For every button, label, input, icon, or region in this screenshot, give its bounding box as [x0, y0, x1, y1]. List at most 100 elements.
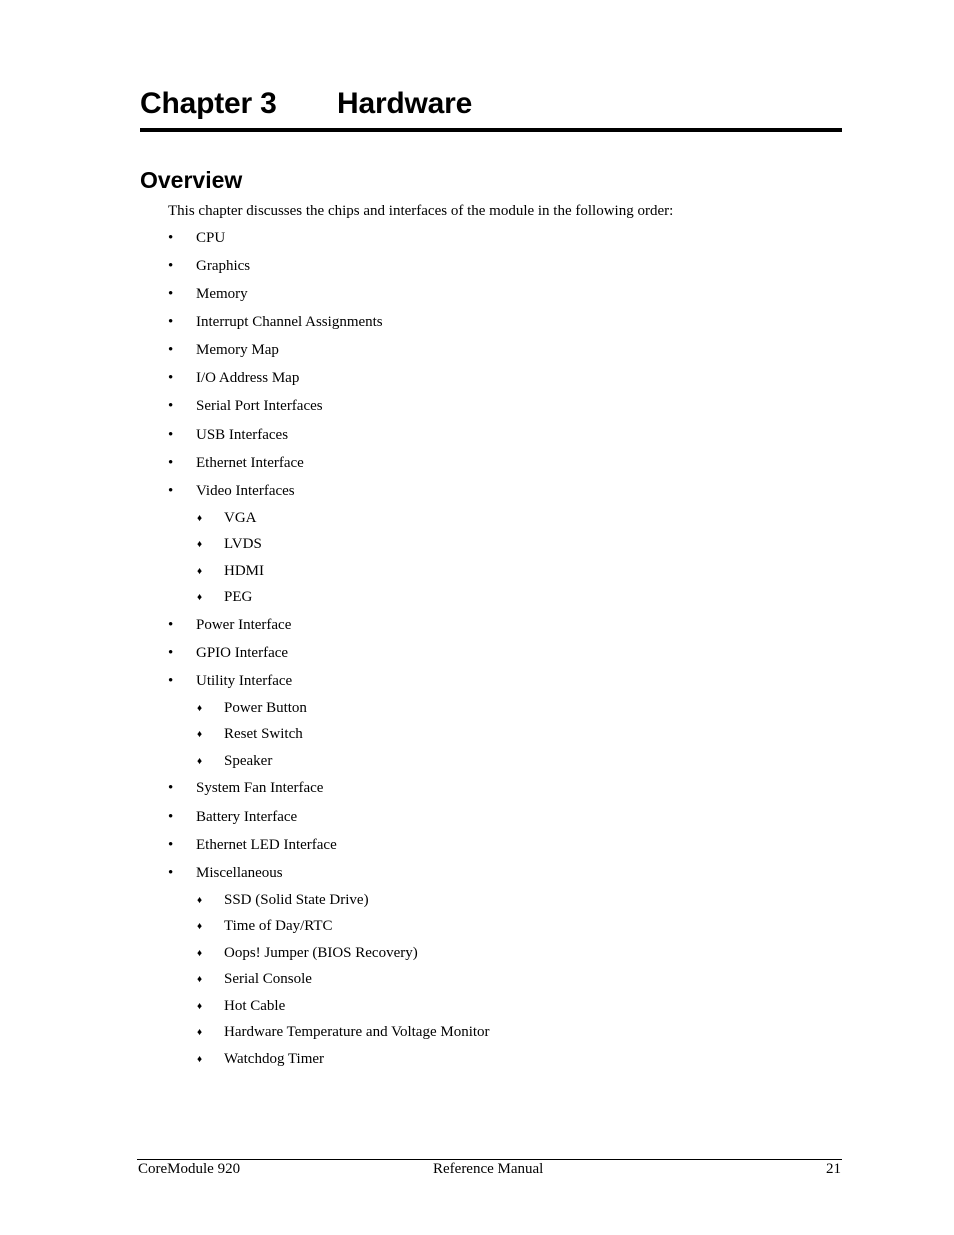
list-item: • Interrupt Channel Assignments: [168, 313, 383, 331]
list-item-label: Memory Map: [196, 342, 279, 358]
list-item-label: Power Button: [224, 700, 307, 716]
bullet-icon: •: [168, 865, 174, 881]
list-item: • Memory Map: [168, 341, 279, 359]
bullet-icon: •: [168, 837, 174, 853]
diamond-bullet-icon: ♦: [197, 921, 203, 932]
list-item-label: SSD (Solid State Drive): [224, 892, 369, 908]
diamond-bullet-icon: ♦: [197, 1054, 203, 1065]
bullet-icon: •: [168, 427, 174, 443]
bullet-icon: •: [168, 673, 174, 689]
list-item: • GPIO Interface: [168, 644, 289, 662]
chapter-title: Hardware: [337, 87, 473, 120]
list-item: • Miscellaneous: [168, 864, 283, 882]
sub-list-item: ♦ Speaker: [197, 752, 273, 770]
list-item: • Memory: [168, 285, 248, 303]
list-item: • System Fan Interface: [168, 779, 324, 797]
section-heading: Overview: [140, 167, 243, 193]
sub-list-item: ♦ Hardware Temperature and Voltage Monito…: [197, 1023, 490, 1041]
diamond-bullet-icon: ♦: [197, 539, 203, 550]
diamond-bullet-icon: ♦: [197, 974, 203, 985]
list-item-label: Hot Cable: [224, 998, 286, 1014]
list-item: • Utility Interface: [168, 672, 293, 690]
bullet-icon: •: [168, 370, 174, 386]
list-item: • CPU: [168, 229, 226, 247]
list-item-label: Utility Interface: [196, 673, 293, 689]
intro-paragraph: This chapter discusses the chips and int…: [168, 203, 674, 219]
footer-product-name: CoreModule 920: [138, 1161, 241, 1177]
list-item-label: Power Interface: [196, 617, 292, 633]
list-item: • Ethernet LED Interface: [168, 836, 337, 854]
bullet-icon: •: [168, 398, 174, 414]
sub-list-item: ♦ PEG: [197, 588, 253, 606]
bullet-icon: •: [168, 780, 174, 796]
list-item-label: Memory: [196, 286, 248, 302]
list-item-label: Serial Port Interfaces: [196, 398, 323, 414]
list-item-label: I/O Address Map: [196, 370, 300, 386]
chapter-heading: Chapter 3 Hardware: [140, 86, 472, 122]
list-item-label: Oops! Jumper (BIOS Recovery): [224, 945, 418, 961]
bullet-icon: •: [168, 645, 174, 661]
sub-list-item: ♦ Serial Console: [197, 970, 312, 988]
sub-list-item: ♦ SSD (Solid State Drive): [197, 891, 369, 909]
bullet-icon: •: [168, 342, 174, 358]
page-number: 21: [826, 1161, 841, 1177]
list-item: • Ethernet Interface: [168, 454, 304, 472]
sub-list-item: ♦ Time of Day/RTC: [197, 917, 333, 935]
chapter-rule: [140, 128, 842, 132]
diamond-bullet-icon: ♦: [197, 895, 203, 906]
list-item-label: Ethernet Interface: [196, 455, 304, 471]
bullet-icon: •: [168, 230, 174, 246]
list-item: • Battery Interface: [168, 808, 297, 826]
diamond-bullet-icon: ♦: [197, 756, 203, 767]
list-item-label: Ethernet LED Interface: [196, 837, 337, 853]
footer-document-title: Reference Manual: [433, 1161, 544, 1177]
list-item-label: LVDS: [224, 536, 262, 552]
list-item: • I/O Address Map: [168, 369, 300, 387]
list-item-label: Graphics: [196, 258, 251, 274]
sub-list-item: ♦ HDMI: [197, 562, 264, 580]
bullet-icon: •: [168, 314, 174, 330]
list-item-label: Reset Switch: [224, 726, 303, 742]
bullet-icon: •: [168, 286, 174, 302]
bullet-icon: •: [168, 483, 174, 499]
list-item-label: PEG: [224, 589, 253, 605]
list-item-label: GPIO Interface: [196, 645, 289, 661]
list-item-label: Interrupt Channel Assignments: [196, 314, 383, 330]
sub-list-item: ♦ Reset Switch: [197, 725, 303, 743]
list-item-label: USB Interfaces: [196, 427, 289, 443]
list-item-label: Video Interfaces: [196, 483, 295, 499]
list-item-label: VGA: [224, 510, 257, 526]
list-item: • USB Interfaces: [168, 426, 289, 444]
list-item-label: Speaker: [224, 753, 273, 769]
sub-list-item: ♦ Oops! Jumper (BIOS Recovery): [197, 944, 418, 962]
list-item-label: HDMI: [224, 563, 264, 579]
diamond-bullet-icon: ♦: [197, 948, 203, 959]
list-item: • Serial Port Interfaces: [168, 397, 323, 415]
chapter-number: Chapter 3: [140, 87, 277, 120]
list-item-label: CPU: [196, 230, 226, 246]
sub-list-item: ♦ Power Button: [197, 699, 307, 717]
sub-list-item: ♦ LVDS: [197, 535, 262, 553]
list-item-label: Time of Day/RTC: [224, 918, 333, 934]
list-item-label: Watchdog Timer: [224, 1051, 325, 1067]
diamond-bullet-icon: ♦: [197, 566, 203, 577]
document-page: Chapter 3 Hardware Overview This chapter …: [0, 0, 954, 1235]
list-item-label: Hardware Temperature and Voltage Monitor: [224, 1024, 490, 1040]
diamond-bullet-icon: ♦: [197, 729, 203, 740]
bullet-icon: •: [168, 617, 174, 633]
list-item-label: Serial Console: [224, 971, 312, 987]
list-item-label: System Fan Interface: [196, 780, 324, 796]
sub-list-item: ♦ Watchdog Timer: [197, 1050, 325, 1068]
bullet-icon: •: [168, 809, 174, 825]
list-item-label: Miscellaneous: [196, 865, 283, 881]
diamond-bullet-icon: ♦: [197, 1001, 203, 1012]
list-item: • Graphics: [168, 257, 251, 275]
bullet-icon: •: [168, 258, 174, 274]
diamond-bullet-icon: ♦: [197, 592, 203, 603]
list-item: • Power Interface: [168, 616, 292, 634]
diamond-bullet-icon: ♦: [197, 703, 203, 714]
diamond-bullet-icon: ♦: [197, 513, 203, 524]
sub-list-item: ♦ VGA: [197, 509, 257, 527]
sub-list-item: ♦ Hot Cable: [197, 997, 286, 1015]
list-item: • Video Interfaces: [168, 482, 295, 500]
